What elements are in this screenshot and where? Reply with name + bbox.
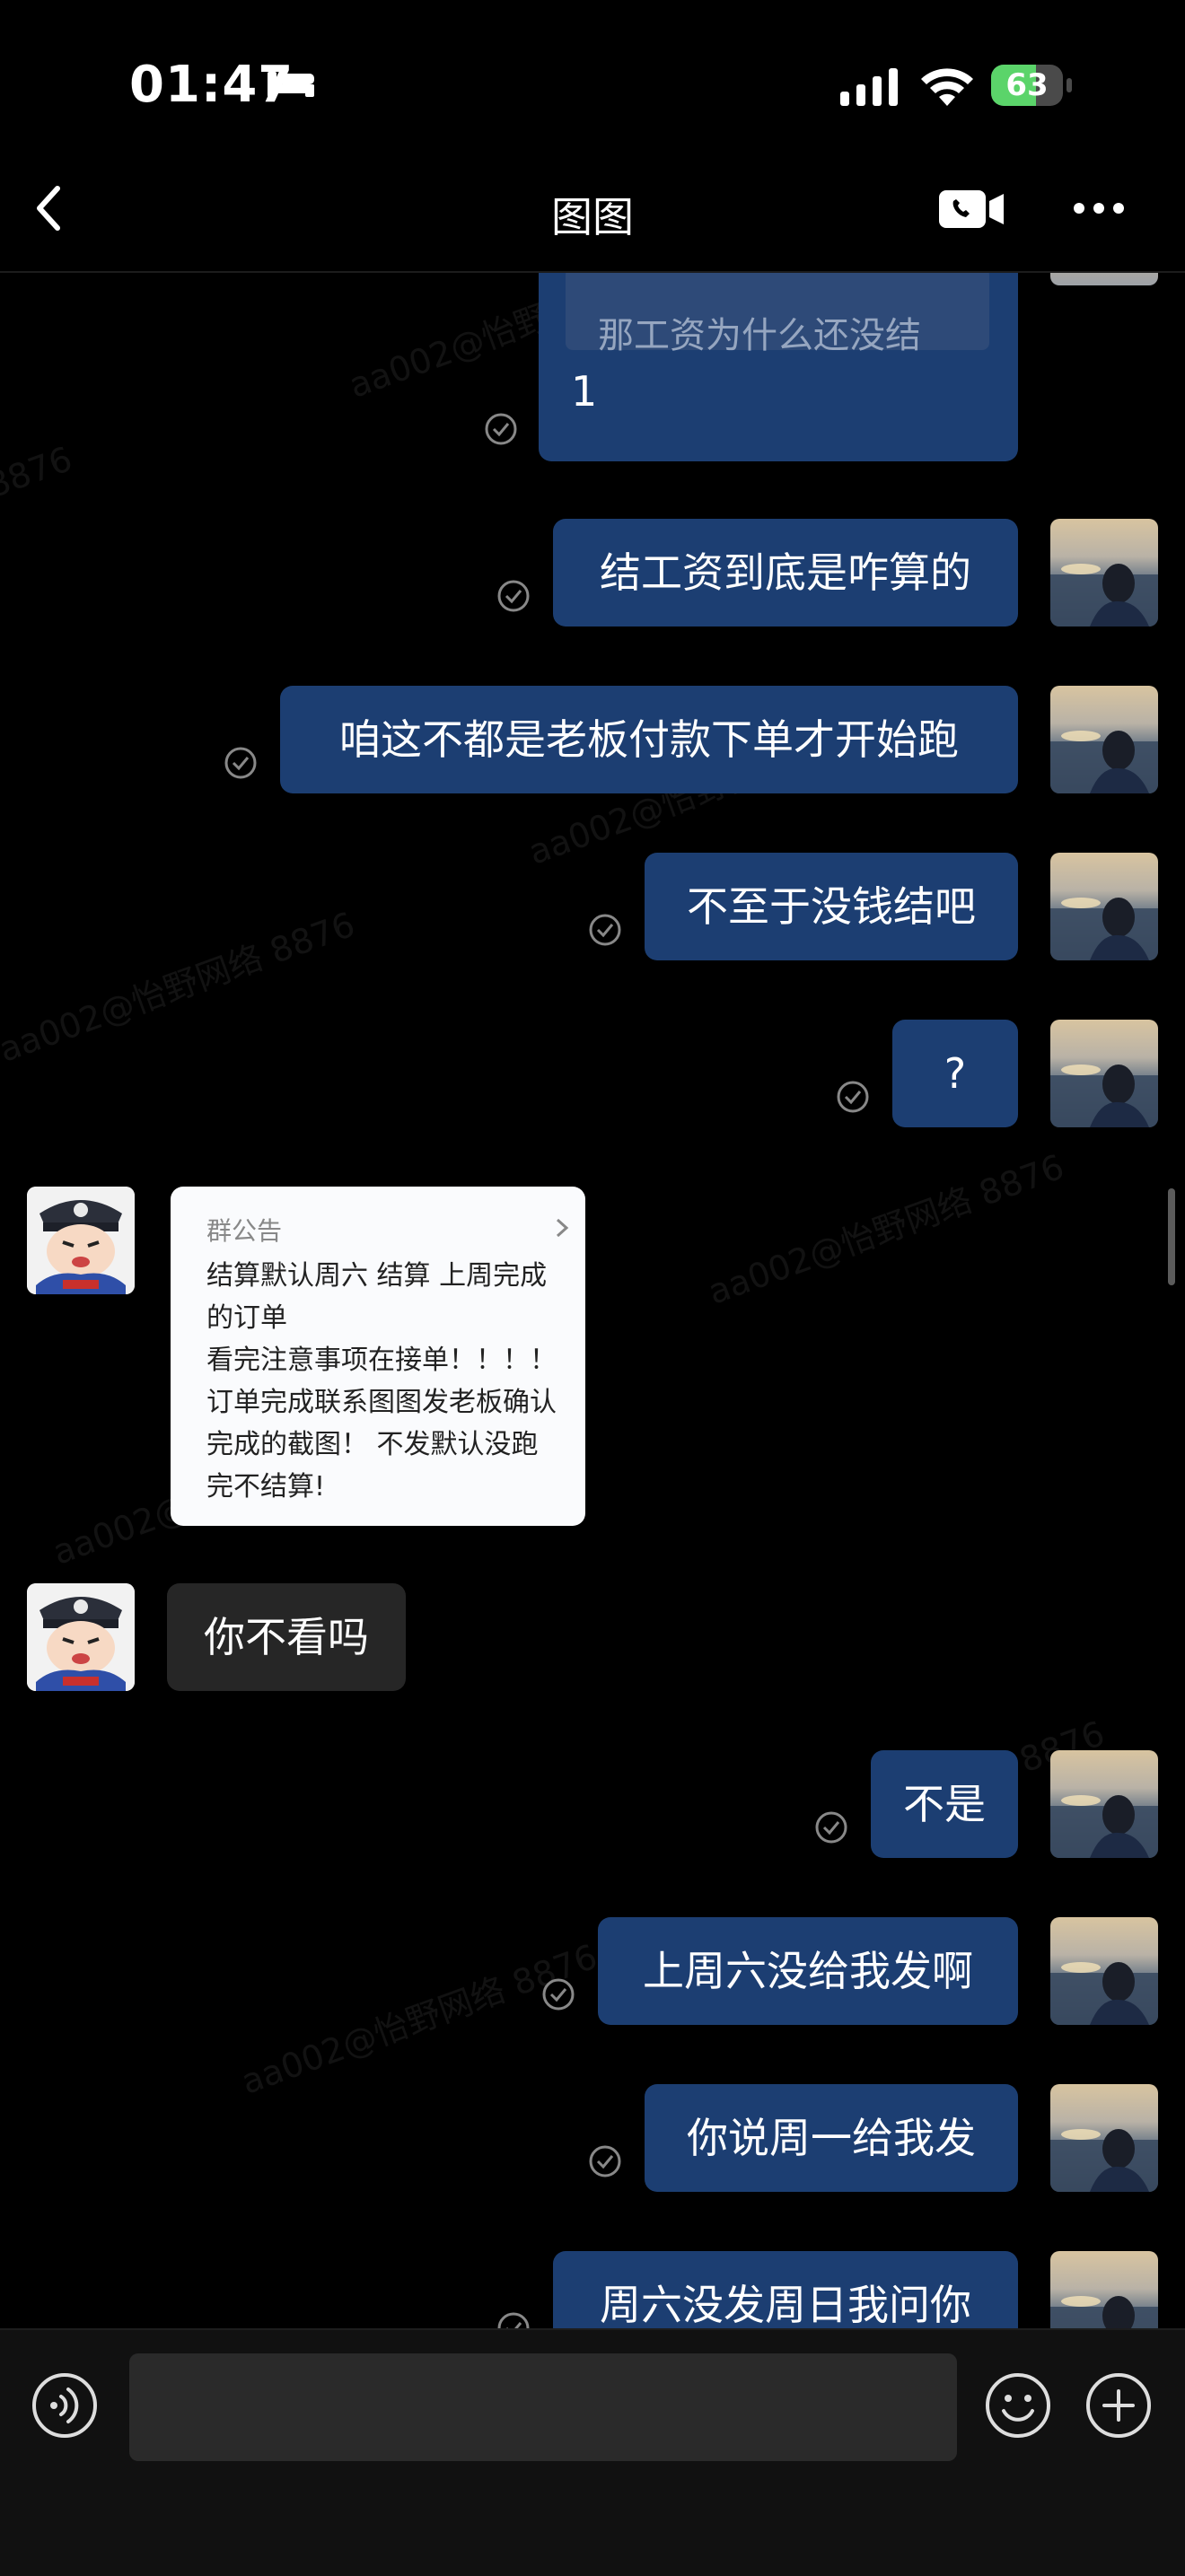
video-call-icon[interactable] [939,188,1005,230]
read-check-icon [224,747,257,779]
avatar[interactable] [1050,2084,1158,2192]
message-bubble[interactable]: 结工资到底是咋算的 [553,519,1018,626]
avatar[interactable] [1050,1750,1158,1858]
message-bubble[interactable]: 咱这不都是老板付款下单才开始跑 [280,686,1018,793]
read-check-icon [542,1978,575,2011]
more-icon[interactable] [1072,199,1126,217]
message-text: ? [944,1049,967,1098]
chat-input-bar [0,2328,1185,2576]
chat-title: 图图 [551,193,634,241]
quoted-message: 那工资为什么还没结 [566,271,989,356]
chat-message-list[interactable]: aa002@怡野网络 8876 8876 aa002@怡野网络 8876 aa0… [0,271,1185,2328]
avatar[interactable] [27,1187,135,1294]
avatar[interactable] [1050,853,1158,960]
watermark: aa002@怡野网络 8876 [0,904,360,1070]
avatar[interactable] [1050,519,1158,626]
message-text: 不是 [903,1780,986,1828]
message-text: 1 [571,367,598,416]
message-input[interactable] [129,2353,957,2461]
message-bubble[interactable]: 你不看吗 [167,1583,406,1691]
avatar[interactable] [1050,271,1158,285]
message-bubble[interactable]: 你说周一给我发 [645,2084,1018,2192]
battery-tip [1066,78,1072,92]
read-check-icon [589,2145,621,2177]
voice-icon[interactable] [31,2371,99,2440]
notice-body: 结算默认周六 结算 上周完成 的订单 看完注意事项在接单！！！！ 订单完成联系图… [206,1260,557,1503]
battery-indicator: 63 [991,65,1072,106]
sleep-mode-icon [268,72,314,97]
read-check-icon [815,1811,847,1844]
group-notice-card[interactable]: 群公告 结算默认周六 结算 上周完成 的订单 看完注意事项在接单！！！！ 订单完… [171,1187,585,1526]
message-text: 咱这不都是老板付款下单才开始跑 [339,715,959,764]
status-bar: 01:47 63 [0,0,1185,144]
avatar[interactable] [1050,1020,1158,1127]
message-bubble[interactable]: 不是 [871,1750,1018,1858]
message-text: 上周六没给我发啊 [643,1947,973,1995]
read-check-icon [589,914,621,946]
message-bubble[interactable]: 那工资为什么还没结 1 [539,271,1018,461]
read-check-icon [497,2312,530,2328]
avatar[interactable] [1050,1917,1158,2025]
watermark: 8876 [0,438,77,506]
avatar[interactable] [1050,2251,1158,2328]
chat-header: 图图 [0,144,1185,273]
avatar[interactable] [1050,686,1158,793]
message-text: 你说周一给我发 [687,2114,976,2162]
watermark: aa002@怡野网络 8876 [703,1146,1069,1312]
battery-percent: 63 [1005,67,1049,103]
wifi-icon [921,68,973,106]
battery-body: 63 [991,65,1063,106]
quoted-message-text: 那工资为什么还没结 [598,315,921,356]
message-text: 你不看吗 [204,1613,369,1661]
message-bubble[interactable]: ? [892,1020,1018,1127]
message-bubble[interactable]: 上周六没给我发啊 [598,1917,1018,2025]
message-text: 周六没发周日我问你 [600,2281,971,2328]
cellular-signal-icon [840,68,898,106]
read-check-icon [497,580,530,612]
message-text: 结工资到底是咋算的 [600,548,971,597]
plus-icon[interactable] [1084,2371,1153,2440]
message-bubble[interactable]: 不至于没钱结吧 [645,853,1018,960]
notice-header: 群公告 [206,1216,283,1246]
avatar[interactable] [27,1583,135,1691]
emoji-icon[interactable] [984,2371,1052,2440]
message-bubble[interactable]: 周六没发周日我问你 [553,2251,1018,2328]
chevron-right-icon [556,1218,569,1238]
read-check-icon [837,1081,869,1113]
watermark: aa002@怡野网络 8876 [236,1936,602,2102]
message-text: 不至于没钱结吧 [687,882,976,931]
read-check-icon [485,413,517,445]
scroll-indicator[interactable] [1168,1188,1175,1285]
